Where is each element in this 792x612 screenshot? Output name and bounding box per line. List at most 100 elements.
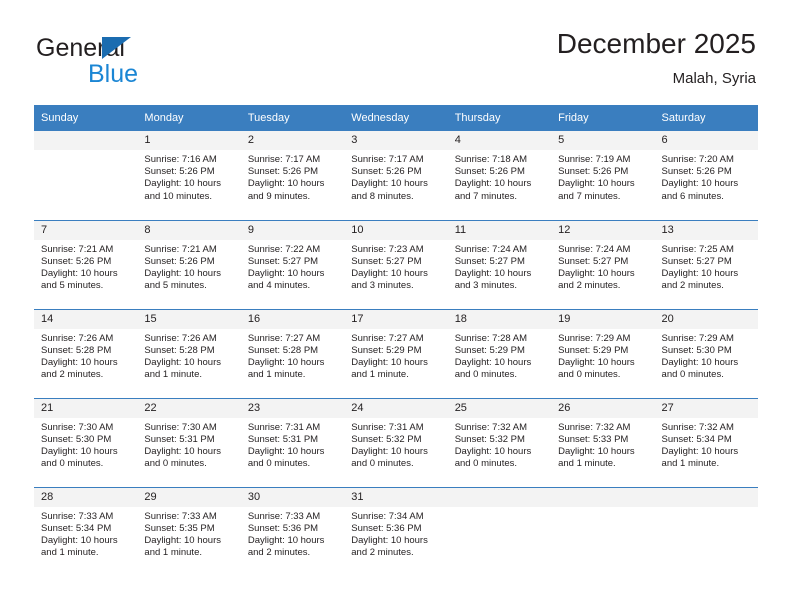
day-details: Sunrise: 7:32 AM Sunset: 5:33 PM Daylight:…: [551, 418, 654, 471]
location-subtitle: Malah, Syria: [672, 70, 756, 87]
calendar-day-cell[interactable]: 21 Sunrise: 7:30 AM Sunset: 5:30 PM Dayligh…: [34, 397, 138, 487]
sunrise-text: Sunrise: 7:30 AM: [41, 421, 114, 433]
calendar-day-cell[interactable]: 1 Sunrise: 7:16 AM Sunset: 5:26 PM Daylight…: [137, 131, 241, 220]
sunset-text: Sunset: 5:26 PM: [454, 166, 525, 178]
day-number: [654, 487, 758, 507]
daylight-text-line2: and 0 minutes.: [351, 458, 414, 470]
daylight-text-line2: and 2 minutes.: [41, 369, 104, 381]
sunset-text: Sunset: 5:27 PM: [661, 255, 732, 267]
calendar-day-cell[interactable]: 19 Sunrise: 7:29 AM Sunset: 5:29 PM Dayligh…: [551, 308, 655, 398]
calendar-day-cell[interactable]: 18 Sunrise: 7:28 AM Sunset: 5:29 PM Dayligh…: [447, 308, 552, 398]
calendar-day-cell[interactable]: 12 Sunrise: 7:24 AM Sunset: 5:27 PM Dayligh…: [551, 219, 655, 309]
daylight-text-line2: and 2 minutes.: [351, 547, 414, 559]
calendar-day-cell[interactable]: 2 Sunrise: 7:17 AM Sunset: 5:26 PM Daylight…: [240, 131, 345, 220]
sunrise-text: Sunrise: 7:17 AM: [351, 154, 424, 165]
calendar-day-cell[interactable]: 5 Sunrise: 7:19 AM Sunset: 5:26 PM Daylight…: [551, 131, 655, 220]
day-details: Sunrise: 7:29 AM Sunset: 5:29 PM Daylight:…: [551, 329, 654, 382]
sunset-text: Sunset: 5:27 PM: [247, 255, 319, 267]
calendar-day-cell[interactable]: 17 Sunrise: 7:27 AM Sunset: 5:29 PM Dayligh…: [344, 308, 448, 398]
day-number: [34, 131, 138, 150]
daylight-text-line2: and 0 minutes.: [144, 458, 207, 470]
day-number: 13: [654, 220, 758, 240]
calendar-day-cell[interactable]: 26 Sunrise: 7:32 AM Sunset: 5:33 PM Dayligh…: [551, 397, 655, 487]
weekday-header-row: Sunday Monday Tuesday Wednesday Thursday…: [34, 105, 758, 131]
sunrise-text: Sunrise: 7:23 AM: [351, 243, 424, 255]
daylight-text-line2: and 1 minute.: [41, 547, 99, 559]
weekday-header-monday: Monday: [137, 105, 241, 131]
day-details: Sunrise: 7:30 AM Sunset: 5:30 PM Daylight:…: [34, 418, 137, 471]
calendar-day-cell[interactable]: 22 Sunrise: 7:30 AM Sunset: 5:31 PM Dayligh…: [137, 397, 241, 487]
daylight-text-line1: Daylight: 10 hours: [351, 267, 428, 279]
calendar-day-cell[interactable]: 23 Sunrise: 7:31 AM Sunset: 5:31 PM Dayligh…: [240, 397, 345, 487]
sunrise-text: Sunrise: 7:29 AM: [558, 332, 631, 344]
day-number: 11: [447, 220, 552, 240]
day-number: 21: [34, 398, 138, 418]
daylight-text-line1: Daylight: 10 hours: [41, 445, 118, 457]
sunrise-text: Sunrise: 7:18 AM: [454, 154, 528, 165]
calendar-week-row: 21 Sunrise: 7:30 AM Sunset: 5:30 PM Dayligh…: [34, 397, 758, 487]
calendar-day-cell[interactable]: 9 Sunrise: 7:22 AM Sunset: 5:27 PM Daylight…: [240, 219, 345, 309]
calendar-day-cell[interactable]: 20 Sunrise: 7:29 AM Sunset: 5:30 PM Dayligh…: [654, 308, 758, 398]
calendar-day-cell[interactable]: 10 Sunrise: 7:23 AM Sunset: 5:27 PM Dayligh…: [344, 219, 448, 309]
calendar-day-cell[interactable]: 8 Sunrise: 7:21 AM Sunset: 5:26 PM Daylight…: [137, 219, 241, 309]
daylight-text-line1: Daylight: 10 hours: [661, 178, 739, 190]
daylight-text-line1: Daylight: 10 hours: [247, 445, 325, 457]
day-details: Sunrise: 7:24 AM Sunset: 5:27 PM Daylight:…: [551, 240, 654, 293]
sunrise-text: Sunrise: 7:29 AM: [661, 332, 734, 344]
sunrise-text: Sunrise: 7:27 AM: [351, 332, 424, 344]
daylight-text-line1: Daylight: 10 hours: [661, 356, 739, 368]
sunset-text: Sunset: 5:29 PM: [454, 344, 525, 356]
day-details: Sunrise: 7:24 AM Sunset: 5:27 PM Daylight:…: [448, 240, 551, 293]
calendar-day-cell[interactable]: 31 Sunrise: 7:34 AM Sunset: 5:36 PM Dayligh…: [344, 486, 448, 576]
calendar-day-cell[interactable]: 15 Sunrise: 7:26 AM Sunset: 5:28 PM Dayligh…: [137, 308, 241, 398]
daylight-text-line1: Daylight: 10 hours: [351, 356, 428, 368]
daylight-text-line2: and 1 minute.: [661, 458, 720, 470]
day-number: 29: [137, 487, 241, 507]
day-number: 26: [551, 398, 655, 418]
calendar-day-cell[interactable]: 6 Sunrise: 7:20 AM Sunset: 5:26 PM Daylight…: [654, 131, 758, 220]
day-details: Sunrise: 7:21 AM Sunset: 5:26 PM Daylight:…: [137, 240, 240, 293]
daylight-text-line1: Daylight: 10 hours: [351, 445, 428, 457]
calendar-day-cell[interactable]: 14 Sunrise: 7:26 AM Sunset: 5:28 PM Dayligh…: [34, 308, 138, 398]
general-blue-logo[interactable]: General Blue: [36, 34, 216, 90]
weekday-header-friday: Friday: [551, 105, 655, 131]
calendar-day-cell[interactable]: 28 Sunrise: 7:33 AM Sunset: 5:34 PM Dayligh…: [34, 486, 138, 576]
day-details: Sunrise: 7:33 AM Sunset: 5:34 PM Daylight:…: [34, 507, 137, 560]
day-number: 25: [447, 398, 552, 418]
calendar-day-cell[interactable]: 7 Sunrise: 7:21 AM Sunset: 5:26 PM Daylight…: [34, 219, 138, 309]
calendar-day-cell[interactable]: 30 Sunrise: 7:33 AM Sunset: 5:36 PM Dayligh…: [240, 486, 345, 576]
sunrise-text: Sunrise: 7:16 AM: [144, 154, 217, 165]
sunset-text: Sunset: 5:30 PM: [661, 344, 732, 356]
daylight-text-line2: and 1 minute.: [247, 369, 306, 381]
daylight-text-line2: and 0 minutes.: [41, 458, 104, 470]
calendar-day-cell[interactable]: 27 Sunrise: 7:32 AM Sunset: 5:34 PM Dayligh…: [654, 397, 758, 487]
daylight-text-line1: Daylight: 10 hours: [144, 178, 221, 190]
sunrise-text: Sunrise: 7:25 AM: [661, 243, 734, 255]
day-details: Sunrise: 7:30 AM Sunset: 5:31 PM Daylight:…: [137, 418, 240, 471]
day-number: 30: [240, 487, 345, 507]
calendar-day-cell[interactable]: 25 Sunrise: 7:32 AM Sunset: 5:32 PM Dayligh…: [447, 397, 552, 487]
calendar-day-cell[interactable]: 11 Sunrise: 7:24 AM Sunset: 5:27 PM Dayligh…: [447, 219, 552, 309]
sunset-text: Sunset: 5:26 PM: [351, 166, 422, 178]
daylight-text-line2: and 1 minute.: [351, 369, 409, 381]
calendar-week-row: 7 Sunrise: 7:21 AM Sunset: 5:26 PM Daylight…: [34, 219, 758, 309]
sunset-text: Sunset: 5:28 PM: [144, 344, 215, 356]
calendar-day-cell[interactable]: 13 Sunrise: 7:25 AM Sunset: 5:27 PM Dayligh…: [654, 219, 758, 309]
sunrise-text: Sunrise: 7:31 AM: [247, 421, 321, 433]
sunset-text: Sunset: 5:28 PM: [41, 344, 112, 356]
daylight-text-line2: and 2 minutes.: [661, 280, 724, 292]
daylight-text-line1: Daylight: 10 hours: [41, 356, 118, 368]
day-number: 23: [240, 398, 345, 418]
day-details: Sunrise: 7:33 AM Sunset: 5:36 PM Daylight:…: [241, 507, 344, 560]
daylight-text-line2: and 6 minutes.: [661, 190, 724, 202]
calendar-day-cell[interactable]: 24 Sunrise: 7:31 AM Sunset: 5:32 PM Dayligh…: [344, 397, 448, 487]
calendar-day-cell[interactable]: 29 Sunrise: 7:33 AM Sunset: 5:35 PM Dayligh…: [137, 486, 241, 576]
sunset-text: Sunset: 5:26 PM: [247, 166, 319, 178]
sunrise-text: Sunrise: 7:32 AM: [558, 421, 631, 433]
calendar-cell-empty: [654, 486, 758, 576]
daylight-text-line1: Daylight: 10 hours: [144, 445, 221, 457]
calendar-day-cell[interactable]: 16 Sunrise: 7:27 AM Sunset: 5:28 PM Dayligh…: [240, 308, 345, 398]
calendar-day-cell[interactable]: 3 Sunrise: 7:17 AM Sunset: 5:26 PM Daylight…: [344, 131, 448, 220]
calendar-day-cell[interactable]: 4 Sunrise: 7:18 AM Sunset: 5:26 PM Daylight…: [447, 131, 552, 220]
day-number: 27: [654, 398, 758, 418]
